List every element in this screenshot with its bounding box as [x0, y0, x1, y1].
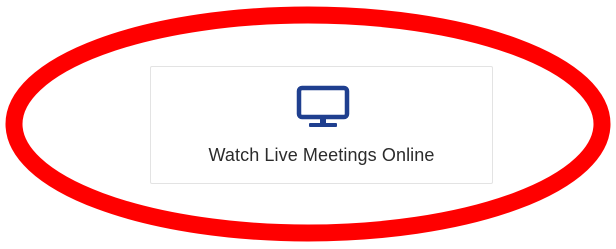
- monitor-icon: [296, 85, 350, 127]
- screenshot-stage: Watch Live Meetings Online: [0, 0, 616, 249]
- watch-live-meetings-card[interactable]: Watch Live Meetings Online: [150, 66, 493, 184]
- watch-live-meetings-label: Watch Live Meetings Online: [208, 145, 435, 165]
